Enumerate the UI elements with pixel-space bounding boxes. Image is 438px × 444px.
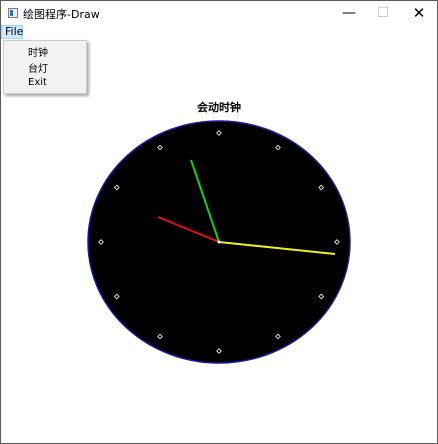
app-window: 绘图程序-Draw — ☐ ✕ File 会动时钟 时钟 台灯 Exit: [0, 0, 438, 444]
menu-item-desk-lamp[interactable]: 台灯: [28, 60, 48, 75]
clock-title: 会动时钟: [197, 101, 241, 114]
file-dropdown-menu: 时钟 台灯 Exit: [3, 40, 87, 94]
menu-item-exit[interactable]: Exit: [28, 77, 47, 88]
menu-item-clock[interactable]: 时钟: [28, 44, 48, 59]
clock-center: [217, 240, 221, 244]
